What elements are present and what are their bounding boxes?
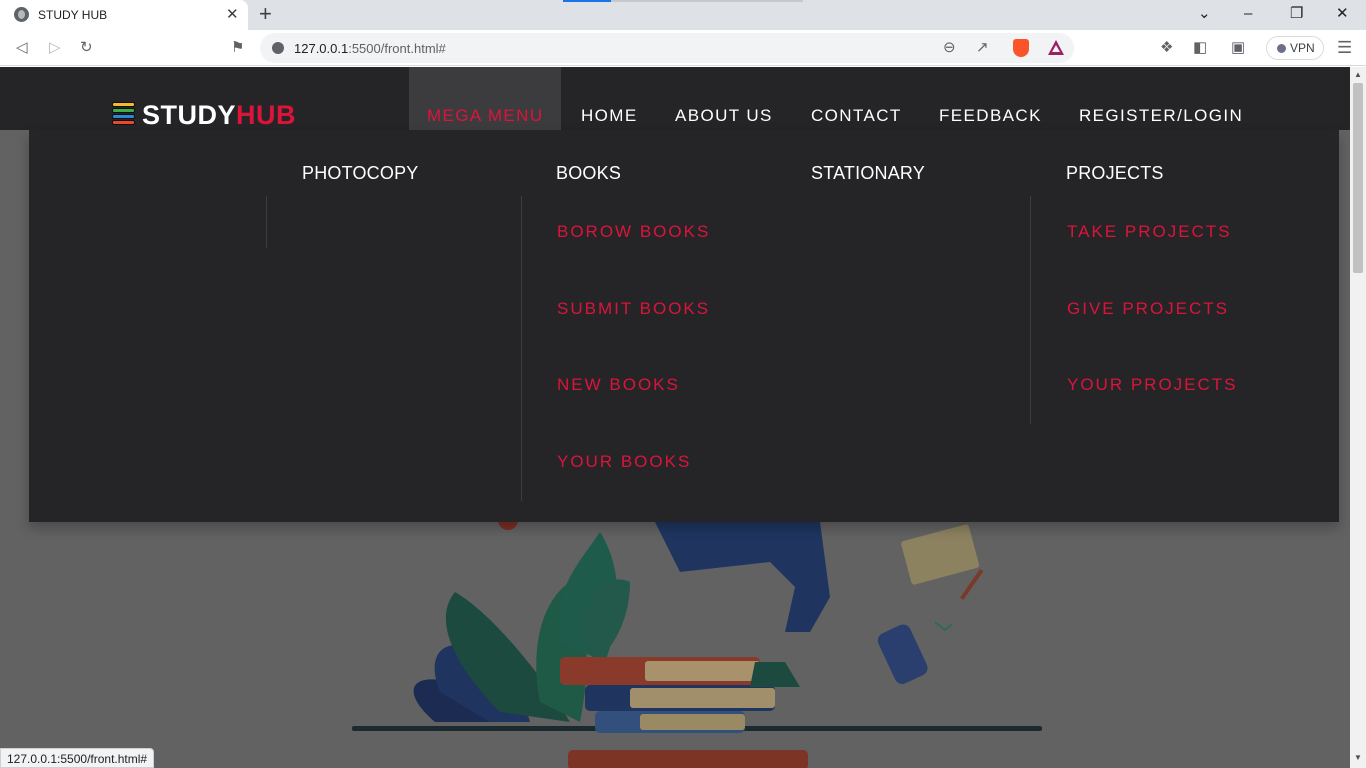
give-projects-link[interactable]: GIVE PROJECTS xyxy=(1067,299,1229,319)
nav-mega-menu[interactable]: MEGA MENU xyxy=(427,106,544,126)
your-projects-link[interactable]: YOUR PROJECTS xyxy=(1067,375,1238,395)
figure-legs xyxy=(655,522,830,632)
book-pages-navy xyxy=(630,688,775,708)
globe-icon xyxy=(14,7,29,22)
logo-text: STUDYHUB xyxy=(142,100,296,131)
tab-loading-track xyxy=(611,0,803,2)
new-books-link[interactable]: NEW BOOKS xyxy=(557,375,680,395)
note-card xyxy=(901,524,980,585)
logo-study: STUDY xyxy=(142,100,237,130)
vpn-status-icon xyxy=(1277,44,1286,53)
close-tab-icon[interactable]: ✕ xyxy=(226,6,239,23)
nav-contact[interactable]: CONTACT xyxy=(811,106,902,126)
zoom-icon[interactable]: ⊖ xyxy=(943,39,956,56)
study-illustration xyxy=(352,522,1042,768)
extensions-icon[interactable]: ❖ xyxy=(1160,39,1173,56)
scroll-down-arrow-icon[interactable]: ▼ xyxy=(1354,753,1362,762)
site-info-icon[interactable] xyxy=(272,42,284,54)
forward-icon[interactable]: ▷ xyxy=(49,39,61,56)
tab-loading-indicator xyxy=(563,0,611,2)
back-icon[interactable]: ◁ xyxy=(16,39,28,56)
brave-shield-icon[interactable] xyxy=(1013,39,1029,57)
scroll-thumb[interactable] xyxy=(1353,83,1363,273)
restore-icon[interactable]: ❐ xyxy=(1290,5,1303,23)
column-divider xyxy=(266,196,267,248)
mega-menu-dropdown: PHOTOCOPY BOOKS STATIONARY PROJECTS BORO… xyxy=(29,130,1339,522)
logo-hub: HUB xyxy=(236,100,297,130)
book-pages-blue xyxy=(640,714,745,730)
bookmark-icon[interactable]: ⚑ xyxy=(231,39,244,56)
projects-heading[interactable]: PROJECTS xyxy=(1066,163,1164,184)
column-divider xyxy=(1030,196,1031,424)
tab-search-chevron-icon[interactable]: ⌄ xyxy=(1198,5,1211,23)
tab-title: STUDY HUB xyxy=(38,8,108,22)
stationary-heading[interactable]: STATIONARY xyxy=(811,163,925,184)
take-projects-link[interactable]: TAKE PROJECTS xyxy=(1067,222,1232,242)
nav-about-us[interactable]: ABOUT US xyxy=(675,106,773,126)
minimize-icon[interactable]: – xyxy=(1244,5,1252,23)
page-scrollbar[interactable]: ▲ ▼ xyxy=(1350,67,1366,768)
vpn-label: VPN xyxy=(1290,41,1315,55)
nav-home[interactable]: HOME xyxy=(581,106,638,126)
books-heading[interactable]: BOOKS xyxy=(556,163,621,184)
book-pages-top xyxy=(645,661,760,681)
squiggle xyxy=(934,621,953,632)
reload-icon[interactable]: ↻ xyxy=(80,39,93,56)
scroll-up-arrow-icon[interactable]: ▲ xyxy=(1354,70,1362,79)
nav-feedback[interactable]: FEEDBACK xyxy=(939,106,1042,126)
vpn-button[interactable]: VPN xyxy=(1266,36,1324,60)
address-bar[interactable]: 127.0.0.1:5500/front.html# ⊖ ↗ xyxy=(260,33,1074,63)
status-url-bubble: 127.0.0.1:5500/front.html# xyxy=(0,748,155,768)
photocopy-heading[interactable]: PHOTOCOPY xyxy=(302,163,419,184)
borow-books-link[interactable]: BOROW BOOKS xyxy=(557,222,710,242)
page-viewport: STUDYHUB MEGA MENU HOME ABOUT US CONTACT… xyxy=(0,67,1350,768)
url-text[interactable]: 127.0.0.1:5500/front.html# xyxy=(294,41,446,56)
close-window-icon[interactable]: ✕ xyxy=(1336,5,1349,23)
share-icon[interactable]: ↗ xyxy=(976,39,989,56)
figure-shoe xyxy=(750,662,800,687)
book-red-bottom xyxy=(568,750,808,768)
nav-register-login[interactable]: REGISTER/LOGIN xyxy=(1079,106,1243,126)
browser-tab[interactable]: STUDY HUB ✕ xyxy=(0,0,248,30)
wallet-icon[interactable]: ▣ xyxy=(1231,39,1245,56)
pencil xyxy=(960,568,984,600)
new-tab-button[interactable]: + xyxy=(259,3,272,25)
red-circle xyxy=(498,522,518,530)
brave-rewards-icon[interactable] xyxy=(1048,40,1064,55)
scroll-paper xyxy=(877,624,928,684)
books-logo-icon xyxy=(110,102,137,128)
site-navbar: STUDYHUB MEGA MENU HOME ABOUT US CONTACT… xyxy=(0,67,1350,130)
sidebar-icon[interactable]: ◧ xyxy=(1193,39,1207,56)
column-divider xyxy=(521,196,522,501)
browser-toolbar: ◁ ▷ ↻ ⚑ 127.0.0.1:5500/front.html# ⊖ ↗ ❖… xyxy=(0,30,1366,66)
tab-strip: STUDY HUB ✕ + ⌄ – ❐ ✕ xyxy=(0,0,1366,30)
menu-icon[interactable]: ☰ xyxy=(1337,39,1352,56)
submit-books-link[interactable]: SUBMIT BOOKS xyxy=(557,299,710,319)
your-books-link[interactable]: YOUR BOOKS xyxy=(557,452,691,472)
